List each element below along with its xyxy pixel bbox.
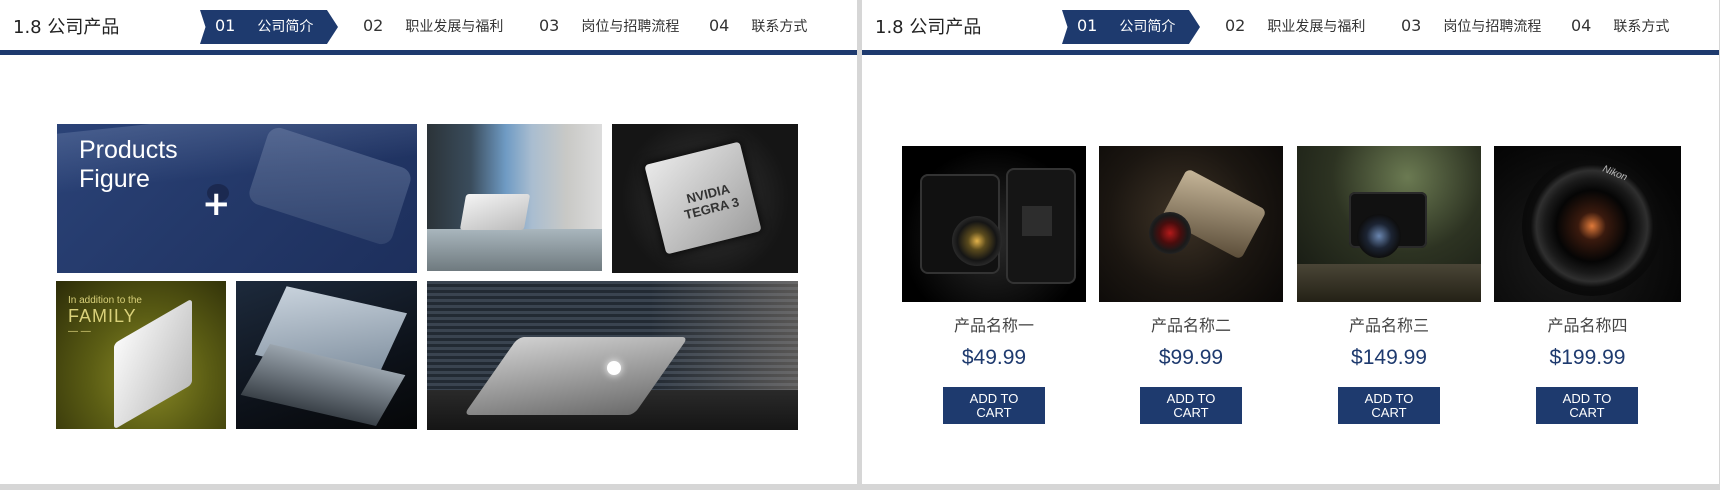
header-divider: [0, 50, 857, 55]
product-price: $199.99: [1549, 346, 1626, 369]
product-image[interactable]: [1297, 146, 1481, 302]
tab-number: 01: [1077, 16, 1098, 35]
product-price: $49.99: [961, 346, 1027, 369]
tab-company-intro[interactable]: 01 公司简介: [1062, 0, 1200, 44]
tab-label: 公司简介: [1119, 19, 1176, 35]
plus-icon[interactable]: +: [202, 184, 231, 224]
tab-number: 02: [363, 16, 384, 35]
tab-number: 01: [215, 16, 236, 35]
tab-label: 岗位与招聘流程: [581, 19, 680, 35]
caption-top: In addition to the: [68, 295, 142, 306]
product-price: $99.99: [1158, 346, 1224, 369]
button-label: ADD TO CART: [1166, 390, 1216, 420]
product-image[interactable]: [902, 146, 1086, 302]
caption-bottom: — —: [68, 326, 91, 337]
photo-laptop-window: [427, 124, 602, 271]
slide-company-products-shop: 1.8 公司产品 01 公司简介 02 职业发展与福利 03 岗位与招聘流程 04 联系…: [862, 0, 1719, 484]
tab-number: 03: [539, 16, 560, 35]
slide-header: 1.8 公司产品 01 公司简介 02 职业发展与福利 03 岗位与招聘流程 04 联系…: [862, 0, 1719, 50]
tab-label: 公司简介: [257, 19, 314, 35]
section-title: 1.8 公司产品: [13, 17, 120, 38]
product-name: 产品名称一: [953, 316, 1034, 335]
tab-number: 04: [709, 16, 730, 35]
button-label: ADD TO CART: [1364, 390, 1414, 420]
feature-tile: Products Figure +: [57, 124, 417, 273]
photo-caption: In addition to the FAMILY — —: [68, 295, 142, 337]
tab-label: 联系方式: [751, 19, 808, 35]
tab-jobs-recruiting[interactable]: 03 岗位与招聘流程: [1401, 0, 1541, 44]
product-name: 产品名称四: [1547, 316, 1628, 335]
section-title: 1.8 公司产品: [875, 17, 982, 38]
tab-label: 职业发展与福利: [1267, 19, 1366, 35]
add-to-cart-button[interactable]: ADD TO CART: [1338, 387, 1440, 424]
tab-label: 职业发展与福利: [405, 19, 504, 35]
button-label: ADD TO CART: [1562, 390, 1612, 420]
tab-company-intro[interactable]: 01 公司简介: [200, 0, 338, 44]
tab-jobs-recruiting[interactable]: 03 岗位与招聘流程: [539, 0, 679, 44]
photo-laptop-grass: In addition to the FAMILY — —: [56, 281, 226, 429]
add-to-cart-button[interactable]: ADD TO CART: [943, 387, 1045, 424]
product-name: 产品名称二: [1150, 316, 1231, 335]
add-to-cart-button[interactable]: ADD TO CART: [1140, 387, 1242, 424]
feature-title: Products Figure: [79, 136, 178, 193]
tab-contact[interactable]: 04 联系方式: [1571, 0, 1669, 44]
tab-number: 03: [1401, 16, 1422, 35]
add-to-cart-button[interactable]: ADD TO CART: [1536, 387, 1638, 424]
photo-processor-chip: NVIDIA TEGRA 3: [612, 124, 798, 273]
header-divider: [862, 50, 1719, 55]
photo-laptop-dark: [236, 281, 417, 429]
laptop-image: [459, 194, 531, 230]
button-label: ADD TO CART: [969, 390, 1019, 420]
slide-header: 1.8 公司产品 01 公司简介 02 职业发展与福利 03 岗位与招聘流程 04 联系…: [0, 0, 857, 50]
tab-contact[interactable]: 04 联系方式: [709, 0, 807, 44]
slide-company-products-gallery: 1.8 公司产品 01 公司简介 02 职业发展与福利 03 岗位与招聘流程 04 联系…: [0, 0, 857, 484]
tab-number: 04: [1571, 16, 1592, 35]
tab-label: 岗位与招聘流程: [1443, 19, 1542, 35]
product-price: $149.99: [1351, 346, 1427, 369]
tab-number: 02: [1225, 16, 1246, 35]
tab-career-benefits[interactable]: 02 职业发展与福利: [1225, 0, 1365, 44]
tab-label: 联系方式: [1613, 19, 1670, 35]
product-image[interactable]: [1099, 146, 1283, 302]
photo-laptop-blinds: [427, 281, 798, 430]
product-image[interactable]: Nikon: [1494, 146, 1681, 302]
caption-main: FAMILY: [68, 306, 137, 326]
tab-career-benefits[interactable]: 02 职业发展与福利: [363, 0, 503, 44]
product-name: 产品名称三: [1348, 316, 1429, 335]
apple-logo-icon: [607, 361, 621, 375]
